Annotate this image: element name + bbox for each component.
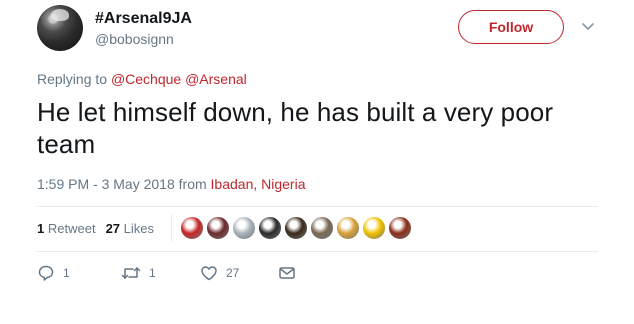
like-button[interactable]: 27 bbox=[200, 264, 239, 282]
heart-icon bbox=[201, 266, 217, 281]
chevron-down-icon[interactable] bbox=[581, 22, 595, 32]
tweet-stats: 1 Retweet 27 Likes bbox=[37, 221, 154, 236]
mention-link[interactable]: @Cechque bbox=[111, 71, 181, 87]
liker-avatar[interactable] bbox=[310, 216, 334, 240]
divider bbox=[37, 206, 598, 207]
likes-count: 27 bbox=[105, 221, 121, 236]
likes-label: Likes bbox=[123, 221, 155, 236]
retweets-count: 1 bbox=[37, 221, 45, 236]
liker-avatar[interactable] bbox=[206, 216, 230, 240]
envelope-icon bbox=[279, 267, 295, 279]
divider bbox=[37, 251, 598, 252]
liker-avatar[interactable] bbox=[232, 216, 256, 240]
direct-message-button[interactable] bbox=[278, 264, 296, 282]
tweet-timestamp[interactable]: 1:59 PM - 3 May 2018 bbox=[37, 176, 175, 192]
likes-stat[interactable]: 27 Likes bbox=[106, 221, 154, 236]
author-avatar[interactable] bbox=[37, 5, 83, 51]
tweet-location-link[interactable]: Ibadan, Nigeria bbox=[211, 176, 306, 192]
liker-avatar[interactable] bbox=[388, 216, 412, 240]
mention-link[interactable]: @Arsenal bbox=[185, 71, 247, 87]
author-handle[interactable]: @bobosignn bbox=[95, 31, 174, 47]
reply-button[interactable]: 1 bbox=[37, 264, 70, 282]
author-display-name[interactable]: #Arsenal9JA bbox=[95, 10, 192, 28]
liker-avatar[interactable] bbox=[284, 216, 308, 240]
retweet-count: 1 bbox=[149, 266, 156, 280]
follow-button[interactable]: Follow bbox=[458, 10, 564, 44]
liker-avatar[interactable] bbox=[362, 216, 386, 240]
replying-to: Replying to @Cechque @Arsenal bbox=[37, 71, 247, 87]
retweets-label: Retweet bbox=[47, 221, 96, 236]
from-label: from bbox=[178, 176, 207, 192]
like-count: 27 bbox=[226, 266, 240, 280]
liker-avatar[interactable] bbox=[258, 216, 282, 240]
retweet-button[interactable]: 1 bbox=[121, 264, 156, 282]
liker-avatar[interactable] bbox=[180, 216, 204, 240]
tweet-metadata: 1:59 PM - 3 May 2018 from Ibadan, Nigeri… bbox=[37, 176, 305, 192]
retweet-icon bbox=[121, 267, 141, 279]
replying-prefix: Replying to bbox=[37, 71, 108, 87]
liker-avatar[interactable] bbox=[336, 216, 360, 240]
reply-icon bbox=[38, 265, 54, 281]
retweets-stat[interactable]: 1 Retweet bbox=[37, 221, 96, 236]
liker-avatars bbox=[180, 216, 414, 240]
stats-separator bbox=[171, 214, 172, 242]
reply-count: 1 bbox=[63, 266, 70, 280]
tweet-text: He let himself down, he has built a very… bbox=[37, 97, 554, 159]
